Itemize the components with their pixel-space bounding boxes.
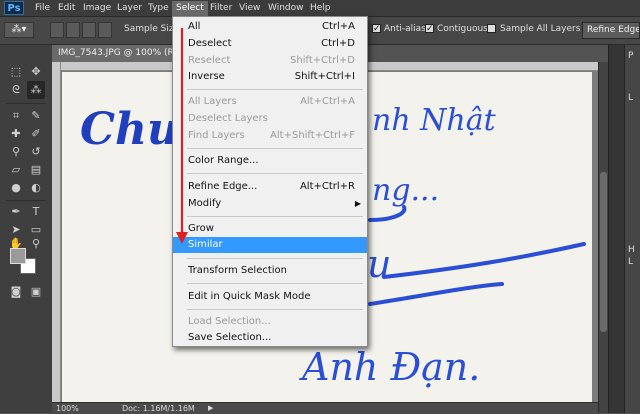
menu-item-all[interactable]: All Ctrl+A (173, 19, 367, 35)
blur-icon[interactable]: ● (7, 179, 25, 197)
handwriting-line2: ng... (372, 173, 439, 208)
menu-layer[interactable]: Layer (117, 2, 142, 15)
scrollbar-thumb[interactable] (600, 172, 607, 332)
history-brush-icon[interactable]: ↺ (27, 143, 45, 161)
menu-window[interactable]: Window (268, 2, 304, 15)
toolbar-divider (6, 103, 46, 104)
screen-mode-icon[interactable]: ▣ (27, 283, 45, 301)
status-bar: 100% Doc: 1.16M/1.16M ▶ (52, 402, 598, 414)
submenu-arrow-icon: ▶ (354, 199, 361, 208)
eyedropper-icon[interactable]: ✎ (27, 107, 45, 125)
toolbar-divider (6, 200, 46, 201)
healing-brush-icon[interactable]: ✚ (7, 125, 25, 143)
menu-type[interactable]: Type (148, 2, 169, 15)
magic-wand-icon: ⁂▾ (11, 24, 27, 35)
menu-filter[interactable]: Filter (210, 2, 232, 15)
menu-separator (187, 283, 363, 284)
refine-edge-button[interactable]: Refine Edge... (582, 22, 640, 39)
subtract-selection-button[interactable] (82, 22, 96, 38)
menu-image[interactable]: Image (83, 2, 111, 15)
quick-mask-icon[interactable]: ◙ (7, 283, 25, 301)
menu-item-all-layers[interactable]: All Layers Alt+Ctrl+A (173, 94, 367, 110)
lasso-icon[interactable]: ᘓ (7, 81, 25, 99)
menu-item-transform-selection[interactable]: Transform Selection (173, 263, 367, 279)
zoom-icon[interactable]: ⚲ (27, 235, 45, 253)
menu-separator (187, 258, 363, 259)
menu-item-modify[interactable]: Modify ▶ (173, 196, 367, 212)
menu-separator (187, 216, 363, 217)
menu-separator (187, 173, 363, 174)
tool-preset-picker[interactable]: ⁂▾ (4, 22, 34, 38)
menu-item-quick-mask[interactable]: Edit in Quick Mask Mode (173, 289, 367, 305)
clone-stamp-icon[interactable]: ⚲ (7, 143, 25, 161)
menu-separator (187, 148, 363, 149)
panel-tab-h[interactable]: H (628, 245, 635, 255)
panel-tab-l[interactable]: L (628, 93, 633, 103)
sample-all-layers-checkbox[interactable] (487, 24, 496, 33)
contiguous-label: Contiguous (437, 24, 488, 34)
add-to-selection-button[interactable] (66, 22, 80, 38)
menu-item-similar[interactable]: Similar (173, 237, 367, 253)
select-dropdown-menu: All Ctrl+A Deselect Ctrl+D Reselect Shift+C… (172, 16, 368, 347)
menu-file[interactable]: File (35, 2, 50, 15)
contiguous-checkbox[interactable]: ✓ (425, 24, 434, 34)
panel-tab-p[interactable]: P (628, 51, 633, 61)
collapsed-panel-dock (608, 45, 625, 413)
zoom-level[interactable]: 100% (56, 403, 79, 414)
menu-item-deselect[interactable]: Deselect Ctrl+D (173, 36, 367, 52)
menu-edit[interactable]: Edit (58, 2, 75, 15)
crop-icon[interactable]: ⌗ (7, 107, 25, 125)
menu-help[interactable]: Help (310, 2, 331, 15)
move-icon[interactable]: ✥ (27, 63, 45, 81)
document-info: Doc: 1.16M/1.16M (122, 404, 195, 413)
intersect-selection-button[interactable] (98, 22, 112, 38)
right-panel-group: P L H L (624, 45, 640, 413)
ink-underline (382, 242, 586, 279)
sample-all-layers-label: Sample All Layers (500, 24, 581, 34)
menu-item-save-selection[interactable]: Save Selection... (173, 330, 367, 346)
pen-icon[interactable]: ✒ (7, 203, 25, 221)
menu-item-inverse[interactable]: Inverse Shift+Ctrl+I (173, 69, 367, 85)
handwriting-line3: u (367, 242, 391, 286)
handwriting-line1-left: Chu (80, 104, 179, 155)
menu-item-refine-edge[interactable]: Refine Edge... Alt+Ctrl+R (173, 179, 367, 195)
menu-item-grow[interactable]: Grow (173, 221, 367, 237)
menu-select[interactable]: Select (172, 1, 208, 16)
menu-separator (187, 89, 363, 90)
ink-stroke (368, 205, 407, 222)
handwriting-line1-right: nh Nhật (372, 103, 497, 138)
menu-item-find-layers[interactable]: Find Layers Alt+Shift+Ctrl+F (173, 128, 367, 144)
menu-item-color-range[interactable]: Color Range... (173, 153, 367, 169)
photoshop-logo: Ps (4, 1, 24, 15)
handwriting-signature: Anh Đạn. (299, 345, 480, 389)
tools-panel: ⬚ ✥ ᘓ ⁂ ⌗ ✎ ✚ ✐ ⚲ ↺ ▱ ▤ ● ◐ ✒ T ➤ ▭ ✋ ⚲ … (0, 45, 53, 413)
menu-item-deselect-layers[interactable]: Deselect Layers (173, 111, 367, 127)
panel-tab-l2[interactable]: L (628, 257, 633, 267)
menu-item-reselect[interactable]: Reselect Shift+Ctrl+D (173, 53, 367, 69)
menu-view[interactable]: View (239, 2, 260, 15)
menu-separator (187, 309, 363, 310)
new-selection-button[interactable] (50, 22, 64, 38)
gradient-icon[interactable]: ▤ (27, 161, 45, 179)
status-menu-arrow-icon[interactable]: ▶ (208, 403, 213, 414)
eraser-icon[interactable]: ▱ (7, 161, 25, 179)
ruler-vertical (52, 62, 61, 402)
vertical-scrollbar[interactable] (598, 62, 608, 413)
marquee-icon[interactable]: ⬚ (7, 63, 25, 81)
sample-size-label: Sample Size (124, 24, 180, 34)
brush-icon[interactable]: ✐ (27, 125, 45, 143)
type-icon[interactable]: T (27, 203, 45, 221)
anti-alias-label: Anti-alias (384, 24, 426, 34)
menu-bar: Ps File Edit Image Layer Type Select Fil… (0, 0, 640, 17)
ink-stroke-lower (368, 282, 504, 306)
anti-alias-checkbox[interactable]: ✓ (372, 24, 381, 34)
dodge-icon[interactable]: ◐ (27, 179, 45, 197)
menu-item-load-selection[interactable]: Load Selection... (173, 314, 367, 330)
magic-wand-icon[interactable]: ⁂ (27, 81, 45, 99)
foreground-color-swatch[interactable] (10, 248, 26, 264)
